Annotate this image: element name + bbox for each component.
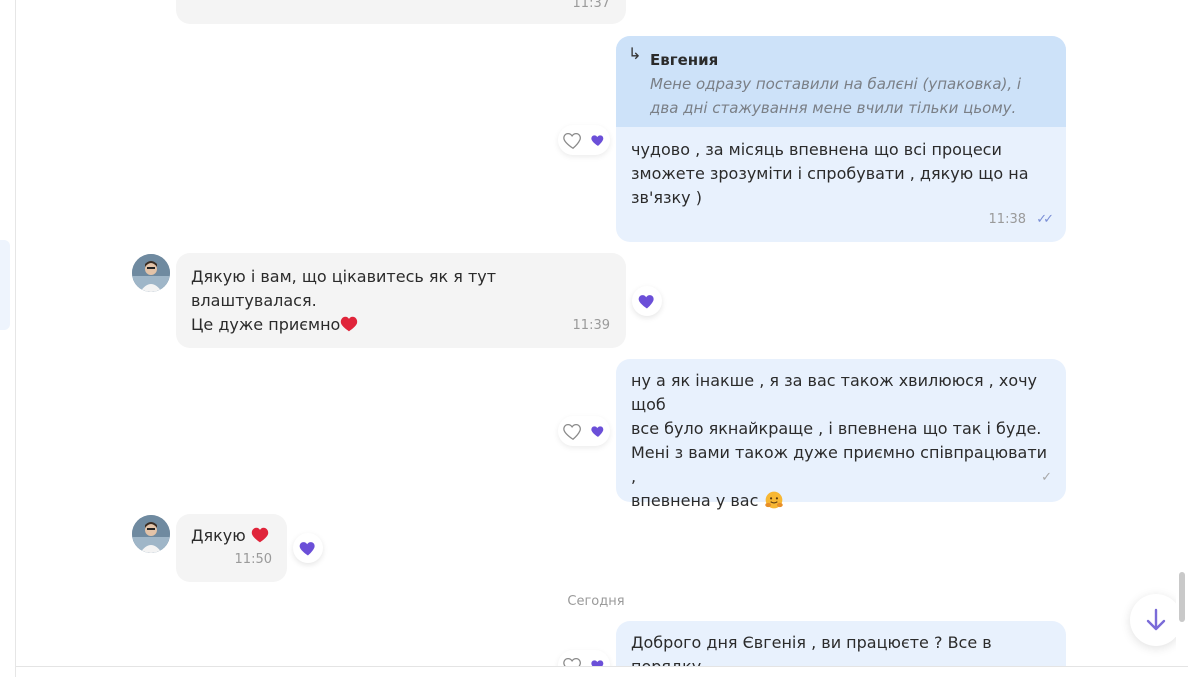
reaction-bar[interactable]: [558, 125, 610, 155]
message-text: чудово , за місяць впевнена що всі проце…: [631, 140, 1029, 207]
message-time: 11:50: [234, 552, 272, 567]
left-panel-edge: [0, 0, 16, 677]
incoming-message[interactable]: Дякую і вам, що цікавитесь як я тут влаш…: [176, 253, 626, 348]
reaction-bar[interactable]: [558, 416, 610, 446]
purple-heart-icon: [638, 295, 654, 309]
heart-outline-icon[interactable]: [562, 420, 584, 442]
red-heart-emoji: [341, 316, 358, 332]
reply-arrow-icon: ↳: [628, 44, 642, 63]
outgoing-message[interactable]: ну а як інакше , я за вас також хвилююся…: [616, 359, 1066, 510]
avatar[interactable]: [132, 254, 170, 292]
date-separator: Сегодня: [567, 594, 625, 609]
message-time: 11:37: [572, 0, 610, 11]
double-check-icon: ✓✓: [1036, 212, 1054, 227]
purple-heart-icon: [299, 542, 315, 556]
reply-text: Мене одразу поставили на балєні (упаковк…: [650, 75, 1022, 117]
message-time: 11:39: [572, 318, 610, 333]
message-time: 11:38: [988, 212, 1026, 227]
arrow-down-icon: [1146, 608, 1166, 631]
purple-heart-icon[interactable]: [590, 657, 606, 666]
hugging-face-emoji: [764, 491, 783, 509]
message-text: ну а як інакше , я за вас також хвилююся…: [631, 371, 1048, 510]
message-text: Дякую і вам, що цікавитесь як я тут влаш…: [191, 267, 497, 334]
incoming-message[interactable]: Дякую 11:50: [176, 514, 287, 582]
reaction-bar[interactable]: [558, 650, 610, 666]
message-text: Доброго дня Євгенія , ви працюєте ? Все …: [631, 633, 992, 666]
purple-heart-icon[interactable]: [590, 132, 606, 148]
heart-outline-icon[interactable]: [562, 129, 584, 151]
reply-author: Евгения: [650, 51, 719, 69]
chat-message-list[interactable]: 11:37 ↳ Евгения Мене одразу поставили на…: [16, 0, 1176, 666]
message-text: Дякую: [191, 524, 281, 548]
outgoing-message[interactable]: Доброго дня Євгенія , ви працюєте ? Все …: [616, 621, 1066, 666]
purple-heart-icon[interactable]: [590, 423, 606, 439]
heart-outline-icon[interactable]: [562, 654, 584, 666]
red-heart-emoji: [251, 527, 269, 543]
avatar-photo: [132, 515, 170, 553]
reaction-badge[interactable]: [293, 533, 323, 563]
scrollbar[interactable]: [1178, 0, 1188, 677]
bottom-divider: [16, 666, 1188, 677]
avatar-photo: [132, 254, 170, 292]
avatar[interactable]: [132, 515, 170, 553]
left-panel-accent: [0, 240, 10, 330]
scroll-to-bottom-button[interactable]: [1130, 594, 1176, 646]
incoming-message: 11:37: [176, 0, 626, 24]
single-check-icon: ✓: [1041, 470, 1052, 485]
scrollbar-thumb[interactable]: [1179, 572, 1185, 622]
outgoing-message[interactable]: ↳ Евгения Мене одразу поставили на балєн…: [616, 36, 1066, 242]
reaction-badge[interactable]: [632, 286, 662, 316]
quoted-reply[interactable]: ↳ Евгения Мене одразу поставили на балєн…: [616, 36, 1066, 127]
